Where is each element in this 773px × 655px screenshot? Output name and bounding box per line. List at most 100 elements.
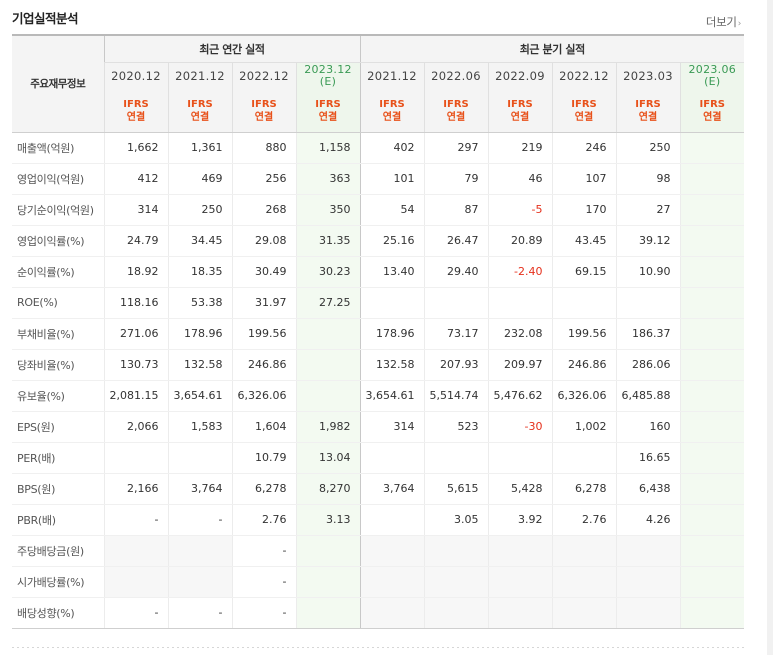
table-cell bbox=[679, 473, 745, 505]
table-cell bbox=[679, 349, 745, 381]
table-cell bbox=[679, 410, 745, 443]
table-cell: 178.96 bbox=[359, 317, 424, 350]
table-cell: 2,066 bbox=[103, 410, 168, 443]
table-cell bbox=[423, 566, 488, 598]
table-cell bbox=[359, 597, 424, 629]
table-cell: 3,654.61 bbox=[167, 380, 232, 412]
period-header: 2023.06 (E) bbox=[679, 62, 745, 90]
table-cell bbox=[679, 163, 745, 195]
table-cell: 34.45 bbox=[167, 224, 232, 257]
period-label: 2020.12 bbox=[111, 69, 161, 84]
table-cell bbox=[487, 534, 552, 567]
period-label: 2022.06 bbox=[431, 69, 481, 84]
period-header: 2022.09 bbox=[487, 62, 552, 90]
table-cell bbox=[359, 534, 424, 567]
table-row: PER(배) 10.79 13.04 16.65 bbox=[12, 442, 745, 474]
table-cell: 268 bbox=[231, 194, 296, 226]
table-cell bbox=[679, 504, 745, 536]
table-cell: 25.16 bbox=[359, 224, 424, 257]
table-cell: 523 bbox=[423, 410, 488, 443]
table-cell bbox=[487, 597, 552, 629]
table-cell: 6,485.88 bbox=[615, 380, 680, 412]
table-cell: 30.49 bbox=[231, 256, 296, 288]
table-cell bbox=[679, 256, 745, 288]
accounting-standard-header: IFRS 연결 bbox=[359, 90, 424, 133]
table-cell: 132.58 bbox=[167, 349, 232, 381]
table-cell: 29.08 bbox=[231, 224, 296, 257]
more-link[interactable]: 더보기› bbox=[706, 14, 741, 30]
table-cell: - bbox=[231, 566, 296, 598]
ifrs-label: IFRS bbox=[699, 98, 726, 110]
table-cell: 4.26 bbox=[615, 504, 680, 536]
table-row: 부채비율(%) 271.06 178.96 199.56 178.96 73.17 232.… bbox=[12, 317, 745, 350]
table-cell: 30.23 bbox=[295, 256, 360, 288]
table-cell: 46 bbox=[487, 163, 552, 195]
table-cell: 412 bbox=[103, 163, 168, 195]
table-cell: 27 bbox=[615, 194, 680, 226]
row-label: ROE(%) bbox=[12, 287, 104, 319]
period-header: 2023.03 bbox=[615, 62, 680, 90]
table-cell bbox=[679, 224, 745, 257]
table-cell: 13.40 bbox=[359, 256, 424, 288]
row-label: 부채비율(%) bbox=[12, 317, 104, 350]
table-cell bbox=[679, 194, 745, 226]
table-cell bbox=[679, 534, 745, 567]
table-cell: 297 bbox=[423, 132, 488, 164]
table-cell: 43.45 bbox=[551, 224, 616, 257]
table-cell: -2.40 bbox=[487, 256, 552, 288]
row-label: 영업이익률(%) bbox=[12, 224, 104, 257]
table-cell bbox=[679, 380, 745, 412]
table-cell: 13.04 bbox=[295, 442, 360, 474]
table-cell bbox=[103, 442, 168, 474]
period-header: 2021.12 bbox=[359, 62, 424, 90]
row-label: 시가배당률(%) bbox=[12, 566, 104, 598]
table-cell: 880 bbox=[231, 132, 296, 164]
table-row: ROE(%) 118.16 53.38 31.97 27.25 bbox=[12, 287, 745, 319]
table-cell: - bbox=[103, 597, 168, 629]
table-cell: 246 bbox=[551, 132, 616, 164]
table-cell: 402 bbox=[359, 132, 424, 164]
table-cell: 246.86 bbox=[231, 349, 296, 381]
consolidated-label: 연결 bbox=[254, 111, 274, 123]
period-header: 2022.12 bbox=[551, 62, 616, 90]
consolidated-label: 연결 bbox=[574, 111, 594, 123]
table-cell: 5,428 bbox=[487, 473, 552, 505]
quarter-group-header: 최근 분기 실적 bbox=[359, 34, 745, 63]
table-cell: 1,361 bbox=[167, 132, 232, 164]
scrollbar[interactable] bbox=[767, 0, 773, 655]
table-cell: 1,982 bbox=[295, 410, 360, 443]
table-cell: 5,476.62 bbox=[487, 380, 552, 412]
consolidated-label: 연결 bbox=[638, 111, 658, 123]
table-cell bbox=[615, 534, 680, 567]
table-cell: 209.97 bbox=[487, 349, 552, 381]
more-label: 더보기 bbox=[705, 15, 737, 29]
table-cell: 31.97 bbox=[231, 287, 296, 319]
table-cell: 20.89 bbox=[487, 224, 552, 257]
table-cell: 286.06 bbox=[615, 349, 680, 381]
table-cell bbox=[423, 534, 488, 567]
table-cell: 2,081.15 bbox=[103, 380, 168, 412]
row-label: 당좌비율(%) bbox=[12, 349, 104, 381]
table-cell: 2,166 bbox=[103, 473, 168, 505]
table-cell: 79 bbox=[423, 163, 488, 195]
table-cell: 6,278 bbox=[231, 473, 296, 505]
table-cell: - bbox=[167, 597, 232, 629]
table-cell: 178.96 bbox=[167, 317, 232, 350]
table-cell: 26.47 bbox=[423, 224, 488, 257]
table-cell: 3.13 bbox=[295, 504, 360, 536]
row-label: 주당배당금(원) bbox=[12, 534, 104, 567]
row-label: 배당성향(%) bbox=[12, 597, 104, 629]
table-cell: 469 bbox=[167, 163, 232, 195]
company-performance-panel: 기업실적분석 더보기› 주요재무정보 최근 연간 실적 최근 분기 실적 202… bbox=[0, 0, 773, 655]
table-cell: - bbox=[167, 504, 232, 536]
consolidated-label: 연결 bbox=[382, 111, 402, 123]
table-cell: 101 bbox=[359, 163, 424, 195]
table-cell: 5,514.74 bbox=[423, 380, 488, 412]
table-cell: 3,764 bbox=[359, 473, 424, 505]
accounting-standard-header: IFRS 연결 bbox=[231, 90, 296, 133]
row-label: 순이익률(%) bbox=[12, 256, 104, 288]
dotted-divider bbox=[12, 647, 744, 648]
table-cell: 6,438 bbox=[615, 473, 680, 505]
table-cell: 3,654.61 bbox=[359, 380, 424, 412]
table-cell bbox=[679, 132, 745, 164]
